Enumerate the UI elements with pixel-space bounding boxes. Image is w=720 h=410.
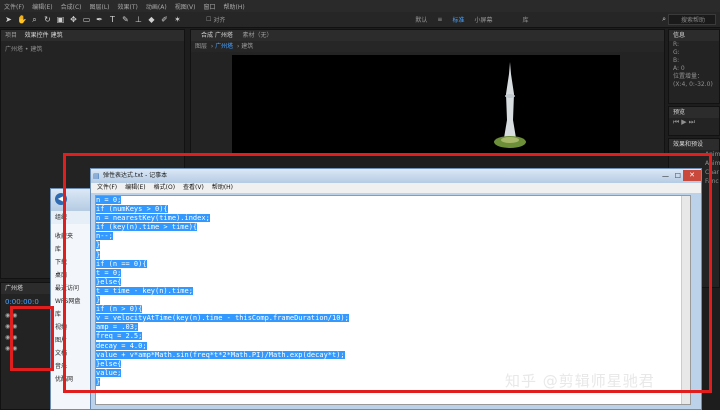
project-breadcrumb: 广州塔 • 建筑 (5, 46, 43, 53)
viewer-tab-comp[interactable]: 广州塔 (215, 43, 233, 50)
info-g: G: (673, 49, 680, 56)
info-title: 信息 (673, 32, 686, 39)
rectangle-tool-icon[interactable]: ▭ (82, 15, 91, 24)
workspace-default[interactable]: 默认 (415, 15, 427, 24)
ae-menubar: 文件(F) 编辑(E) 合成(C) 图层(L) 效果(T) 动画(A) 视图(V… (0, 0, 720, 12)
info-b: B: (673, 57, 680, 64)
timeline-tab[interactable]: 广州塔 (5, 285, 23, 292)
effects-title: 效果和预设 (673, 141, 704, 148)
preview-title: 预览 (673, 109, 686, 116)
menu-file[interactable]: 文件(F) (4, 2, 24, 11)
zoom-tool-icon[interactable]: ⌕ (30, 15, 39, 24)
preview-controls-icon[interactable]: ⏮▶⏭ (669, 118, 719, 127)
annotation-box-code (63, 153, 712, 393)
search-icon: ⌕ (662, 15, 666, 23)
project-panel-tabs: 项目 效果控件 建筑 (1, 30, 184, 41)
text-tool-icon[interactable]: T (108, 15, 117, 24)
viewer-tab-layer[interactable]: 图层 (195, 43, 207, 50)
viewer-tab-building[interactable]: 建筑 (241, 43, 253, 50)
help-search-input[interactable]: 搜索帮助 (668, 14, 716, 25)
annotation-box-layers (10, 306, 54, 371)
hand-tool-icon[interactable]: ✋ (17, 15, 27, 24)
roto-brush-icon[interactable]: ✐ (160, 15, 169, 24)
menu-composition[interactable]: 合成(C) (61, 2, 82, 11)
ae-toolbar: ➤ ✋ ⌕ ↻ ▣ ✥ ▭ ✒ T ✎ ⊥ ◆ ✐ ✶ ☐ 对齐 默认 ≡ 标准… (0, 12, 720, 28)
pen-tool-icon[interactable]: ✒ (95, 15, 104, 24)
menu-effect[interactable]: 效果(T) (118, 2, 138, 11)
viewer-tabs: 图层 › 广州塔 › 建筑 (191, 41, 664, 52)
puppet-pin-icon[interactable]: ✶ (173, 15, 182, 24)
menu-view[interactable]: 视图(V) (175, 2, 196, 11)
info-pos-label: 位置增量： (673, 73, 704, 80)
selection-tool-icon[interactable]: ➤ (4, 15, 13, 24)
eraser-tool-icon[interactable]: ◆ (147, 15, 156, 24)
workspace-menu-icon[interactable]: ≡ (437, 16, 442, 23)
menu-edit[interactable]: 编辑(E) (32, 2, 52, 11)
tab-composition[interactable]: 合成 广州塔 (201, 32, 233, 39)
clone-stamp-icon[interactable]: ⊥ (134, 15, 143, 24)
tower-image (494, 62, 526, 148)
workspace-standard[interactable]: 标准 (452, 15, 464, 24)
menu-help[interactable]: 帮助(H) (224, 2, 245, 11)
info-a: A: 0 (673, 65, 685, 72)
composition-panel-tabs: 合成 广州塔 素材（无） (191, 30, 664, 41)
menu-window[interactable]: 窗口 (203, 2, 215, 11)
tab-material[interactable]: 素材（无） (242, 32, 272, 39)
tab-effect-controls[interactable]: 效果控件 建筑 (25, 32, 63, 39)
rotate-tool-icon[interactable]: ↻ (43, 15, 52, 24)
camera-tool-icon[interactable]: ▣ (56, 15, 65, 24)
snap-checkbox-icon[interactable]: ☐ (206, 16, 211, 23)
pan-behind-icon[interactable]: ✥ (69, 15, 78, 24)
watermark: 知乎 @剪辑师星驰君 (505, 372, 655, 390)
info-r: R: (673, 41, 680, 48)
snap-label: 对齐 (213, 17, 226, 24)
preview-panel: 预览 ⏮▶⏭ (668, 106, 720, 136)
menu-layer[interactable]: 图层(L) (90, 2, 110, 11)
workspace-small-screen[interactable]: 小屏幕 (474, 15, 492, 24)
menu-animation[interactable]: 动画(A) (146, 2, 167, 11)
workspace-library[interactable]: 库 (522, 15, 528, 24)
composition-viewer[interactable] (232, 55, 620, 155)
info-pos-value: (X:4, 0:-32.0) (673, 81, 713, 88)
brush-tool-icon[interactable]: ✎ (121, 15, 130, 24)
info-panel: 信息 R: G: B: A: 0 位置增量： (X:4, 0:-32.0) (668, 29, 720, 104)
tab-project[interactable]: 项目 (5, 32, 17, 39)
